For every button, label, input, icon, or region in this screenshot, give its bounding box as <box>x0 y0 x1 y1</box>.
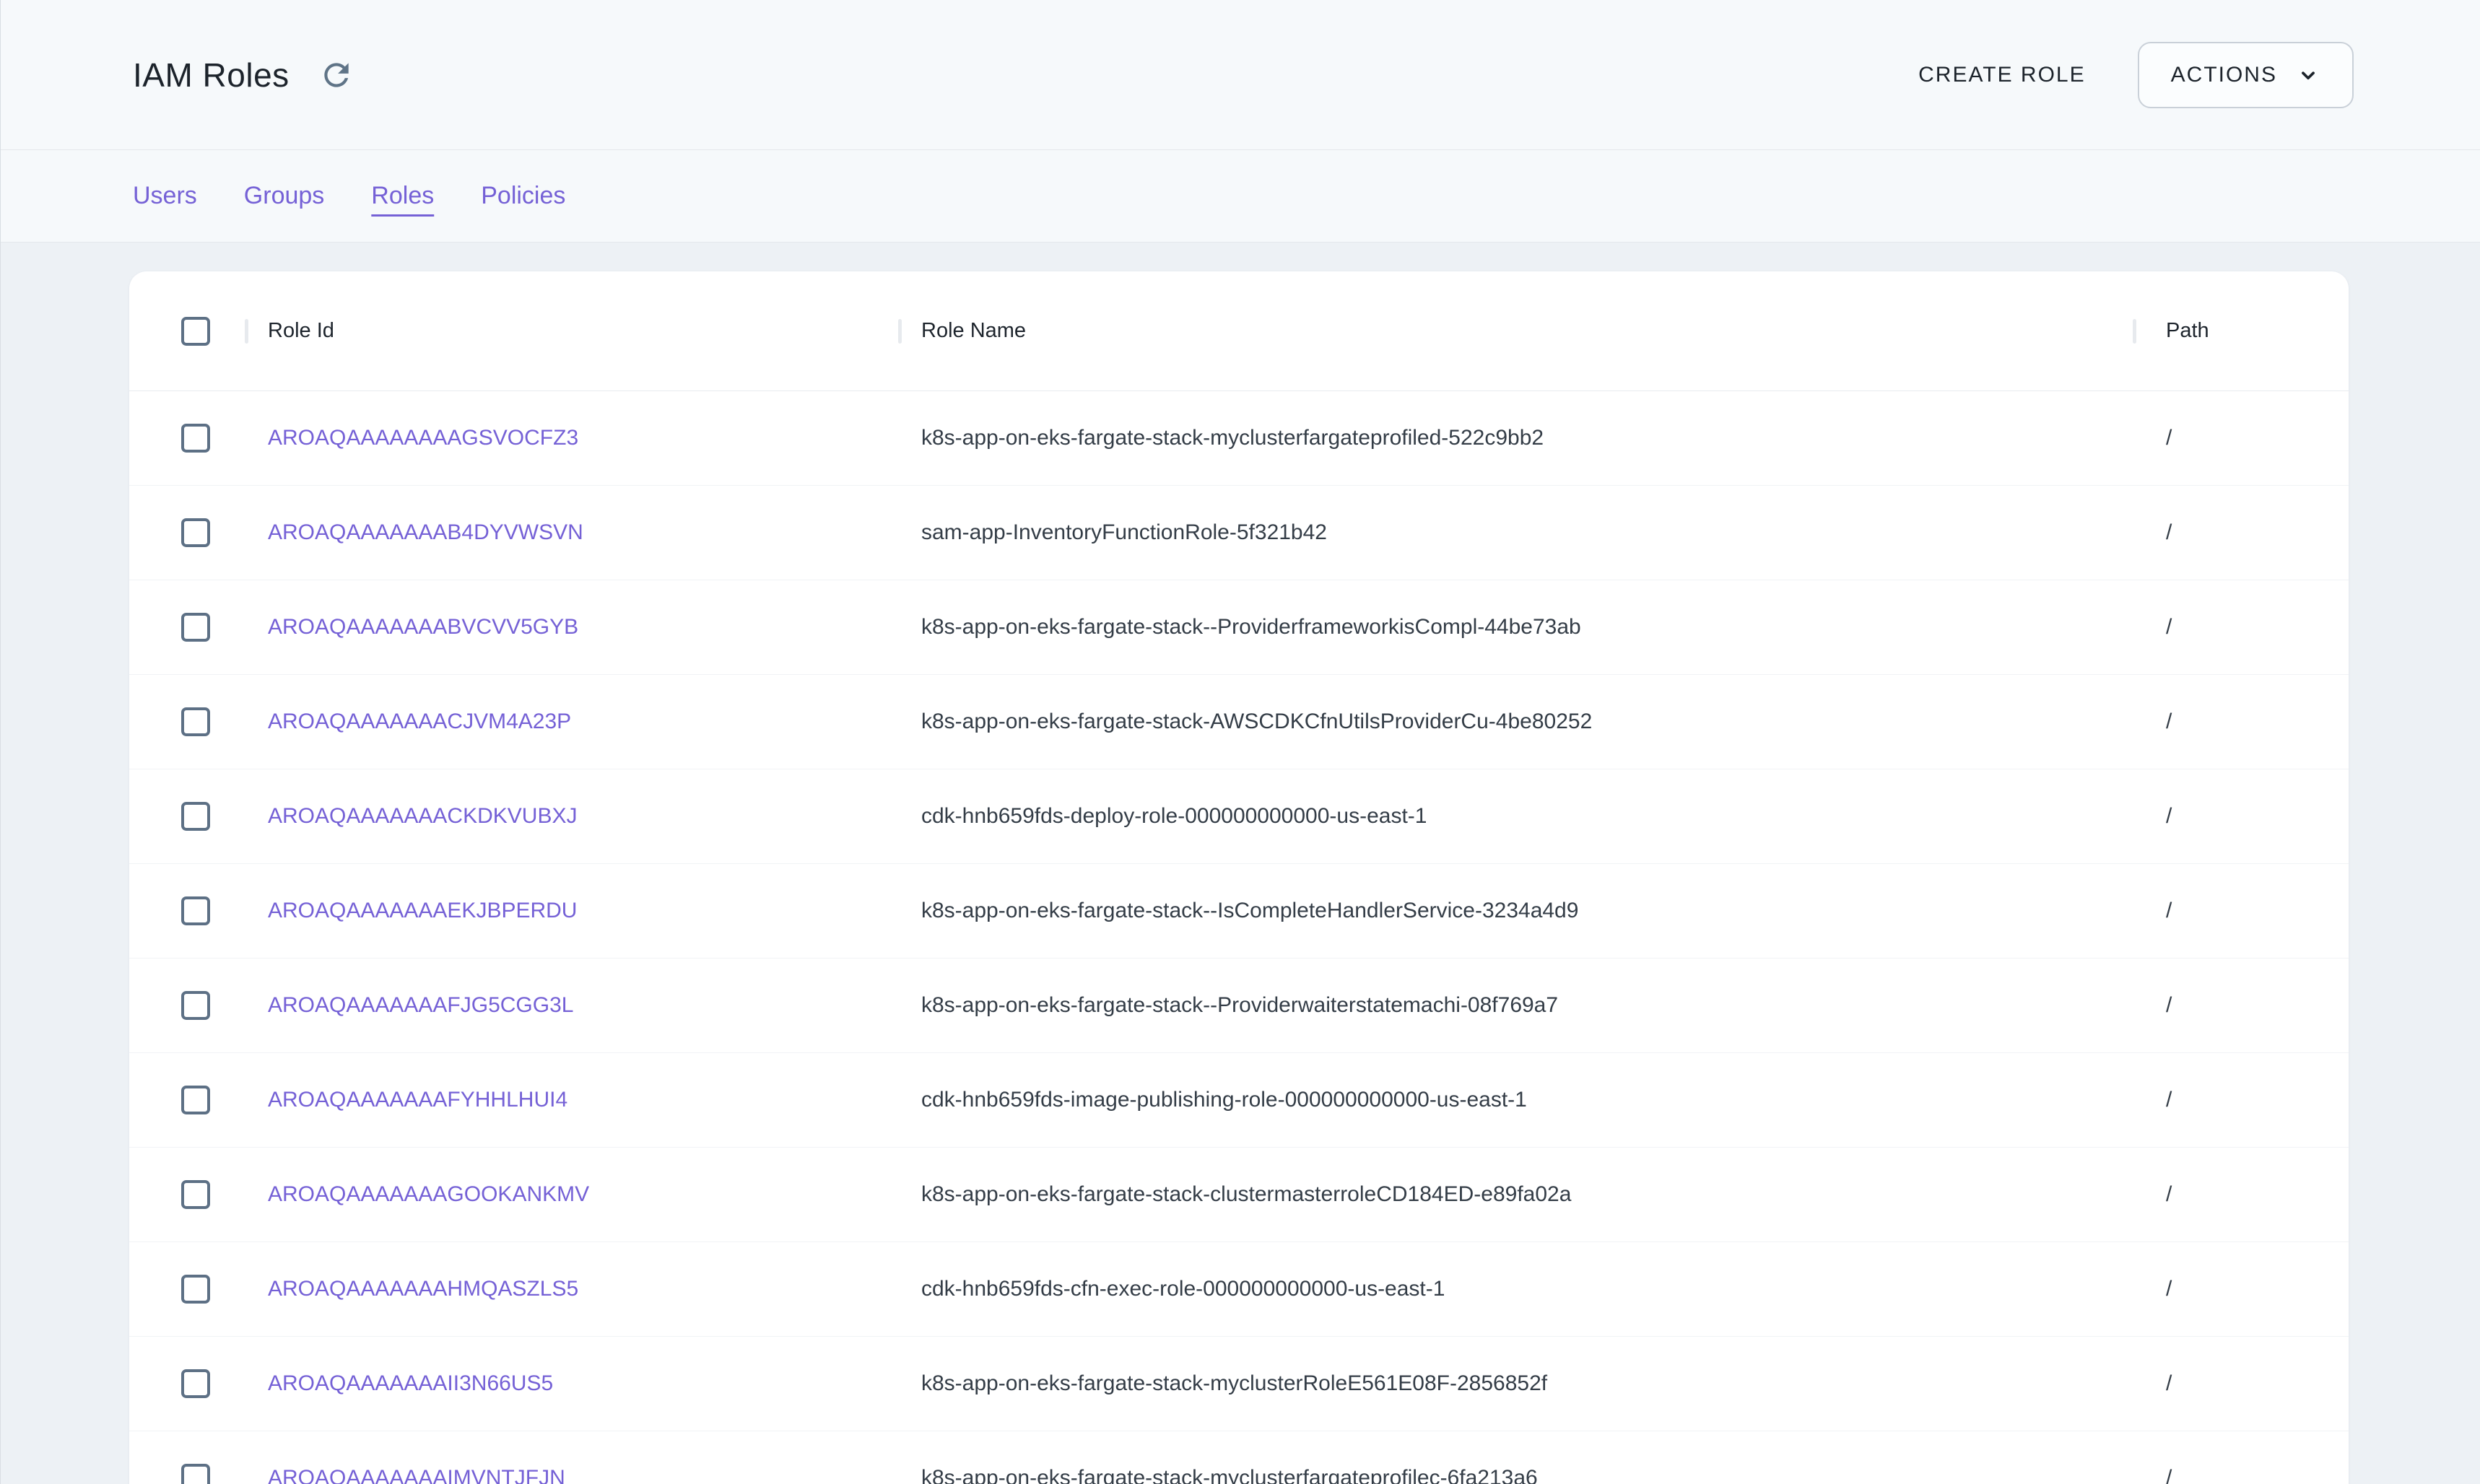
table-row: AROAQAAAAAAAHMQASZLS5 cdk-hnb659fds-cfn-… <box>129 1242 2349 1337</box>
role-id-link[interactable]: AROAQAAAAAAAFYHHLHUI4 <box>268 1088 567 1112</box>
column-resize-handle[interactable] <box>898 319 902 344</box>
table-row: AROAQAAAAAAABVCVV5GYB k8s-app-on-eks-far… <box>129 580 2349 675</box>
role-name-cell: k8s-app-on-eks-fargate-stack--Providerfr… <box>900 615 2134 640</box>
role-path-cell: / <box>2134 1088 2349 1112</box>
row-checkbox[interactable] <box>181 1464 210 1484</box>
table-row: AROAQAAAAAAACJVM4A23P k8s-app-on-eks-far… <box>129 675 2349 769</box>
role-id-link[interactable]: AROAQAAAAAAAB4DYVWSVN <box>268 520 583 544</box>
role-id-link[interactable]: AROAQAAAAAAAIMVNTJFJN <box>268 1466 565 1484</box>
row-checkbox[interactable] <box>181 424 210 453</box>
role-id-link[interactable]: AROAQAAAAAAAGOOKANKMV <box>268 1182 589 1206</box>
role-name-cell: k8s-app-on-eks-fargate-stack-clustermast… <box>900 1182 2134 1207</box>
row-checkbox[interactable] <box>181 896 210 925</box>
role-path-cell: / <box>2134 899 2349 923</box>
column-header-label: Path <box>2166 319 2209 342</box>
role-name-cell: cdk-hnb659fds-deploy-role-000000000000-u… <box>900 804 2134 829</box>
row-checkbox[interactable] <box>181 1180 210 1209</box>
role-path-cell: / <box>2134 426 2349 450</box>
column-header-path: Path <box>2134 319 2349 343</box>
role-name-cell: k8s-app-on-eks-fargate-stack-myclusterRo… <box>900 1371 2134 1396</box>
role-path-cell: / <box>2134 710 2349 734</box>
table-header-row: Role Id Role Name Path <box>129 271 2349 391</box>
roles-table-card: Role Id Role Name Path AROAQAAAAAAAAGSVO… <box>129 271 2349 1484</box>
role-id-link[interactable]: AROAQAAAAAAAEKJBPERDU <box>268 899 577 922</box>
role-path-cell: / <box>2134 804 2349 829</box>
role-path-cell: / <box>2134 993 2349 1018</box>
select-all-checkbox[interactable] <box>181 317 210 346</box>
tab-policies[interactable]: Policies <box>481 179 565 213</box>
iam-tabs: Users Groups Roles Policies <box>1 150 2480 243</box>
role-name-cell: k8s-app-on-eks-fargate-stack-myclusterfa… <box>900 1466 2134 1484</box>
role-name-cell: k8s-app-on-eks-fargate-stack-AWSCDKCfnUt… <box>900 710 2134 734</box>
role-id-link[interactable]: AROAQAAAAAAACKDKVUBXJ <box>268 804 577 828</box>
role-id-link[interactable]: AROAQAAAAAAAAGSVOCFZ3 <box>268 426 578 450</box>
table-row: AROAQAAAAAAAFJG5CGG3L k8s-app-on-eks-far… <box>129 959 2349 1053</box>
row-checkbox[interactable] <box>181 802 210 831</box>
row-checkbox[interactable] <box>181 1086 210 1114</box>
table-row: AROAQAAAAAAACKDKVUBXJ cdk-hnb659fds-depl… <box>129 769 2349 864</box>
page-title: IAM Roles <box>133 56 290 95</box>
row-checkbox[interactable] <box>181 613 210 642</box>
role-path-cell: / <box>2134 1371 2349 1396</box>
tab-users[interactable]: Users <box>133 179 197 213</box>
create-role-button[interactable]: CREATE ROLE <box>1911 48 2093 102</box>
table-row: AROAQAAAAAAAEKJBPERDU k8s-app-on-eks-far… <box>129 864 2349 959</box>
table-row: AROAQAAAAAAAIMVNTJFJN k8s-app-on-eks-far… <box>129 1431 2349 1484</box>
column-header-role-name: Role Name <box>900 319 2134 343</box>
role-id-link[interactable]: AROAQAAAAAAABVCVV5GYB <box>268 615 578 639</box>
row-checkbox[interactable] <box>181 1275 210 1304</box>
column-header-label: Role Id <box>268 319 334 342</box>
role-path-cell: / <box>2134 1182 2349 1207</box>
role-name-cell: k8s-app-on-eks-fargate-stack-myclusterfa… <box>900 426 2134 450</box>
table-row: AROAQAAAAAAAB4DYVWSVN sam-app-InventoryF… <box>129 486 2349 580</box>
chevron-down-icon <box>2296 63 2320 87</box>
role-path-cell: / <box>2134 615 2349 640</box>
tab-groups[interactable]: Groups <box>244 179 325 213</box>
role-id-link[interactable]: AROAQAAAAAAACJVM4A23P <box>268 710 571 733</box>
table-row: AROAQAAAAAAAFYHHLHUI4 cdk-hnb659fds-imag… <box>129 1053 2349 1148</box>
refresh-button[interactable] <box>314 53 359 97</box>
role-name-cell: sam-app-InventoryFunctionRole-5f321b42 <box>900 520 2134 545</box>
iam-roles-page: IAM Roles CREATE ROLE ACTIONS Users Grou… <box>0 0 2480 1484</box>
row-checkbox[interactable] <box>181 518 210 547</box>
role-id-link[interactable]: AROAQAAAAAAAII3N66US5 <box>268 1371 553 1395</box>
row-checkbox[interactable] <box>181 707 210 736</box>
role-id-link[interactable]: AROAQAAAAAAAHMQASZLS5 <box>268 1277 578 1301</box>
content-area: Role Id Role Name Path AROAQAAAAAAAAGSVO… <box>1 243 2480 1484</box>
column-resize-handle[interactable] <box>2133 319 2136 344</box>
table-row: AROAQAAAAAAAGOOKANKMV k8s-app-on-eks-far… <box>129 1148 2349 1242</box>
role-name-cell: k8s-app-on-eks-fargate-stack--IsComplete… <box>900 899 2134 923</box>
role-name-cell: cdk-hnb659fds-image-publishing-role-0000… <box>900 1088 2134 1112</box>
column-header-label: Role Name <box>921 319 1026 342</box>
role-name-cell: k8s-app-on-eks-fargate-stack--Providerwa… <box>900 993 2134 1018</box>
tab-roles[interactable]: Roles <box>371 179 434 213</box>
column-resize-handle[interactable] <box>245 319 248 344</box>
role-id-link[interactable]: AROAQAAAAAAAFJG5CGG3L <box>268 993 573 1017</box>
page-header: IAM Roles CREATE ROLE ACTIONS <box>1 0 2480 150</box>
row-checkbox[interactable] <box>181 991 210 1020</box>
actions-button-label: ACTIONS <box>2171 63 2277 87</box>
actions-button[interactable]: ACTIONS <box>2138 42 2354 108</box>
role-path-cell: / <box>2134 1466 2349 1484</box>
role-path-cell: / <box>2134 1277 2349 1301</box>
role-path-cell: / <box>2134 520 2349 545</box>
role-name-cell: cdk-hnb659fds-cfn-exec-role-000000000000… <box>900 1277 2134 1301</box>
row-checkbox[interactable] <box>181 1369 210 1398</box>
column-header-role-id: Role Id <box>246 319 900 343</box>
table-row: AROAQAAAAAAAII3N66US5 k8s-app-on-eks-far… <box>129 1337 2349 1431</box>
refresh-icon <box>318 57 354 93</box>
table-row: AROAQAAAAAAAAGSVOCFZ3 k8s-app-on-eks-far… <box>129 391 2349 486</box>
